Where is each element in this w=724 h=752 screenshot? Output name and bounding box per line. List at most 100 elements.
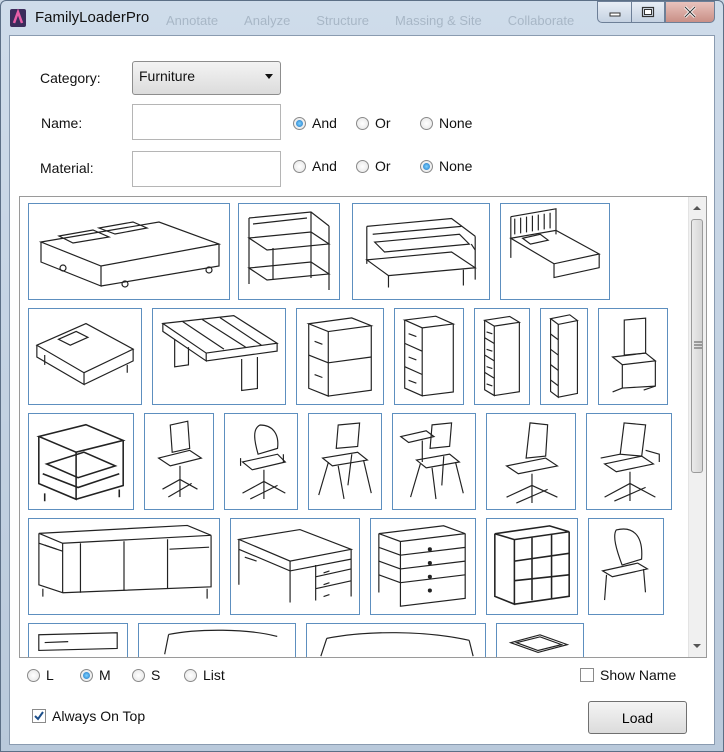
sofa-bed-tile[interactable] <box>352 203 490 300</box>
radio-icon <box>420 116 433 130</box>
category-value: Furniture <box>139 68 196 84</box>
furniture-item-icon <box>164 629 278 655</box>
bunk-bed-tile[interactable] <box>238 203 340 300</box>
material-and-radio[interactable]: And <box>293 158 337 174</box>
stacking-chair-icon <box>318 422 372 500</box>
office-chair-tile[interactable] <box>224 413 298 510</box>
credenza-icon <box>38 524 212 599</box>
shelving-unit-icon <box>494 525 570 606</box>
app-icon <box>10 8 26 27</box>
family-gallery[interactable] <box>19 196 707 658</box>
name-label: Name: <box>41 115 83 131</box>
radio-icon <box>293 116 306 130</box>
five-drawer-cabinet-tile[interactable] <box>540 308 588 405</box>
title-bar[interactable]: FamilyLoaderPro Annotate Analyze Structure… <box>1 1 723 35</box>
name-and-radio[interactable]: And <box>293 115 337 131</box>
furniture-item-icon <box>38 632 118 652</box>
tablet-arm-chair-tile[interactable] <box>392 413 476 510</box>
radio-icon <box>27 668 40 682</box>
window-title: FamilyLoaderPro <box>35 9 150 26</box>
minimize-icon <box>609 12 620 17</box>
swivel-chair-tile[interactable] <box>486 413 576 510</box>
two-drawer-cabinet-tile[interactable] <box>296 308 384 405</box>
armchair-icon <box>36 423 126 502</box>
five-drawer-cabinet-icon <box>549 314 579 399</box>
radio-icon <box>80 668 93 682</box>
four-drawer-cabinet-tile[interactable] <box>474 308 530 405</box>
category-dropdown[interactable]: Furniture <box>132 61 281 95</box>
executive-chair-icon <box>600 422 660 502</box>
minimize-button[interactable] <box>597 1 631 23</box>
desk-icon <box>236 528 354 603</box>
furniture-item-icon <box>320 632 474 657</box>
radio-icon <box>356 116 369 130</box>
cantilever-chair-icon <box>611 317 657 393</box>
furniture-tile[interactable] <box>138 623 296 657</box>
material-or-radio[interactable]: Or <box>356 158 391 174</box>
dresser-icon <box>378 525 466 607</box>
double-bed-tile[interactable] <box>28 203 230 300</box>
name-input[interactable] <box>132 104 281 140</box>
bunk-bed-icon <box>247 211 331 290</box>
client-area: Category: Furniture Name: And Or None Ma… <box>9 35 715 745</box>
stacking-chair-tile[interactable] <box>308 413 382 510</box>
bench-icon <box>161 315 279 392</box>
dresser-tile[interactable] <box>370 518 476 615</box>
close-icon <box>684 6 696 18</box>
maximize-icon <box>641 6 655 18</box>
scroll-down-icon[interactable] <box>692 641 702 651</box>
single-bed-icon <box>509 208 601 279</box>
three-drawer-cabinet-tile[interactable] <box>394 308 464 405</box>
swivel-chair-icon <box>505 422 559 504</box>
scrollbar-thumb[interactable] <box>691 219 703 473</box>
shelving-unit-tile[interactable] <box>486 518 578 615</box>
size-large-radio[interactable]: L <box>27 667 54 683</box>
sofa-bed-icon <box>365 217 477 288</box>
office-chair-icon <box>239 424 287 500</box>
desk-tile[interactable] <box>230 518 360 615</box>
material-label: Material: <box>40 160 94 176</box>
always-on-top-checkbox[interactable]: Always On Top <box>32 708 145 724</box>
armchair-tile[interactable] <box>28 413 134 510</box>
radio-icon <box>132 668 145 682</box>
gallery-scrollbar[interactable] <box>688 197 706 657</box>
four-drawer-cabinet-icon <box>482 315 522 397</box>
size-list-radio[interactable]: List <box>184 667 225 683</box>
maximize-button[interactable] <box>631 1 665 23</box>
platform-bed-icon <box>35 322 135 386</box>
scroll-up-icon[interactable] <box>692 203 702 213</box>
material-none-radio[interactable]: None <box>420 158 472 174</box>
bench-tile[interactable] <box>152 308 286 405</box>
credenza-tile[interactable] <box>28 518 220 615</box>
executive-chair-tile[interactable] <box>586 413 672 510</box>
side-chair-icon <box>601 528 649 601</box>
radio-icon <box>420 159 433 173</box>
task-chair-icon <box>157 420 203 498</box>
cantilever-chair-tile[interactable] <box>598 308 668 405</box>
furniture-tile[interactable] <box>496 623 584 657</box>
furniture-tile[interactable] <box>306 623 486 657</box>
name-none-radio[interactable]: None <box>420 115 472 131</box>
checkbox-icon <box>32 709 46 723</box>
furniture-tile[interactable] <box>28 623 128 657</box>
side-chair-tile[interactable] <box>588 518 664 615</box>
name-or-radio[interactable]: Or <box>356 115 391 131</box>
category-label: Category: <box>40 70 101 86</box>
radio-icon <box>356 159 369 173</box>
checkmark-icon <box>34 711 44 721</box>
grip-icon <box>694 341 702 349</box>
single-bed-tile[interactable] <box>500 203 610 300</box>
platform-bed-tile[interactable] <box>28 308 142 405</box>
task-chair-tile[interactable] <box>144 413 214 510</box>
size-medium-radio[interactable]: M <box>80 667 111 683</box>
material-input[interactable] <box>132 151 281 187</box>
three-drawer-cabinet-icon <box>402 315 456 397</box>
tablet-arm-chair-icon <box>399 422 464 500</box>
furniture-item-icon <box>508 634 570 654</box>
close-button[interactable] <box>665 1 715 23</box>
size-small-radio[interactable]: S <box>132 667 160 683</box>
show-name-checkbox[interactable]: Show Name <box>580 667 676 683</box>
background-ribbon: Annotate Analyze Structure Massing & Site Co… <box>166 13 575 28</box>
two-drawer-cabinet-icon <box>306 317 374 397</box>
load-button[interactable]: Load <box>588 701 687 734</box>
